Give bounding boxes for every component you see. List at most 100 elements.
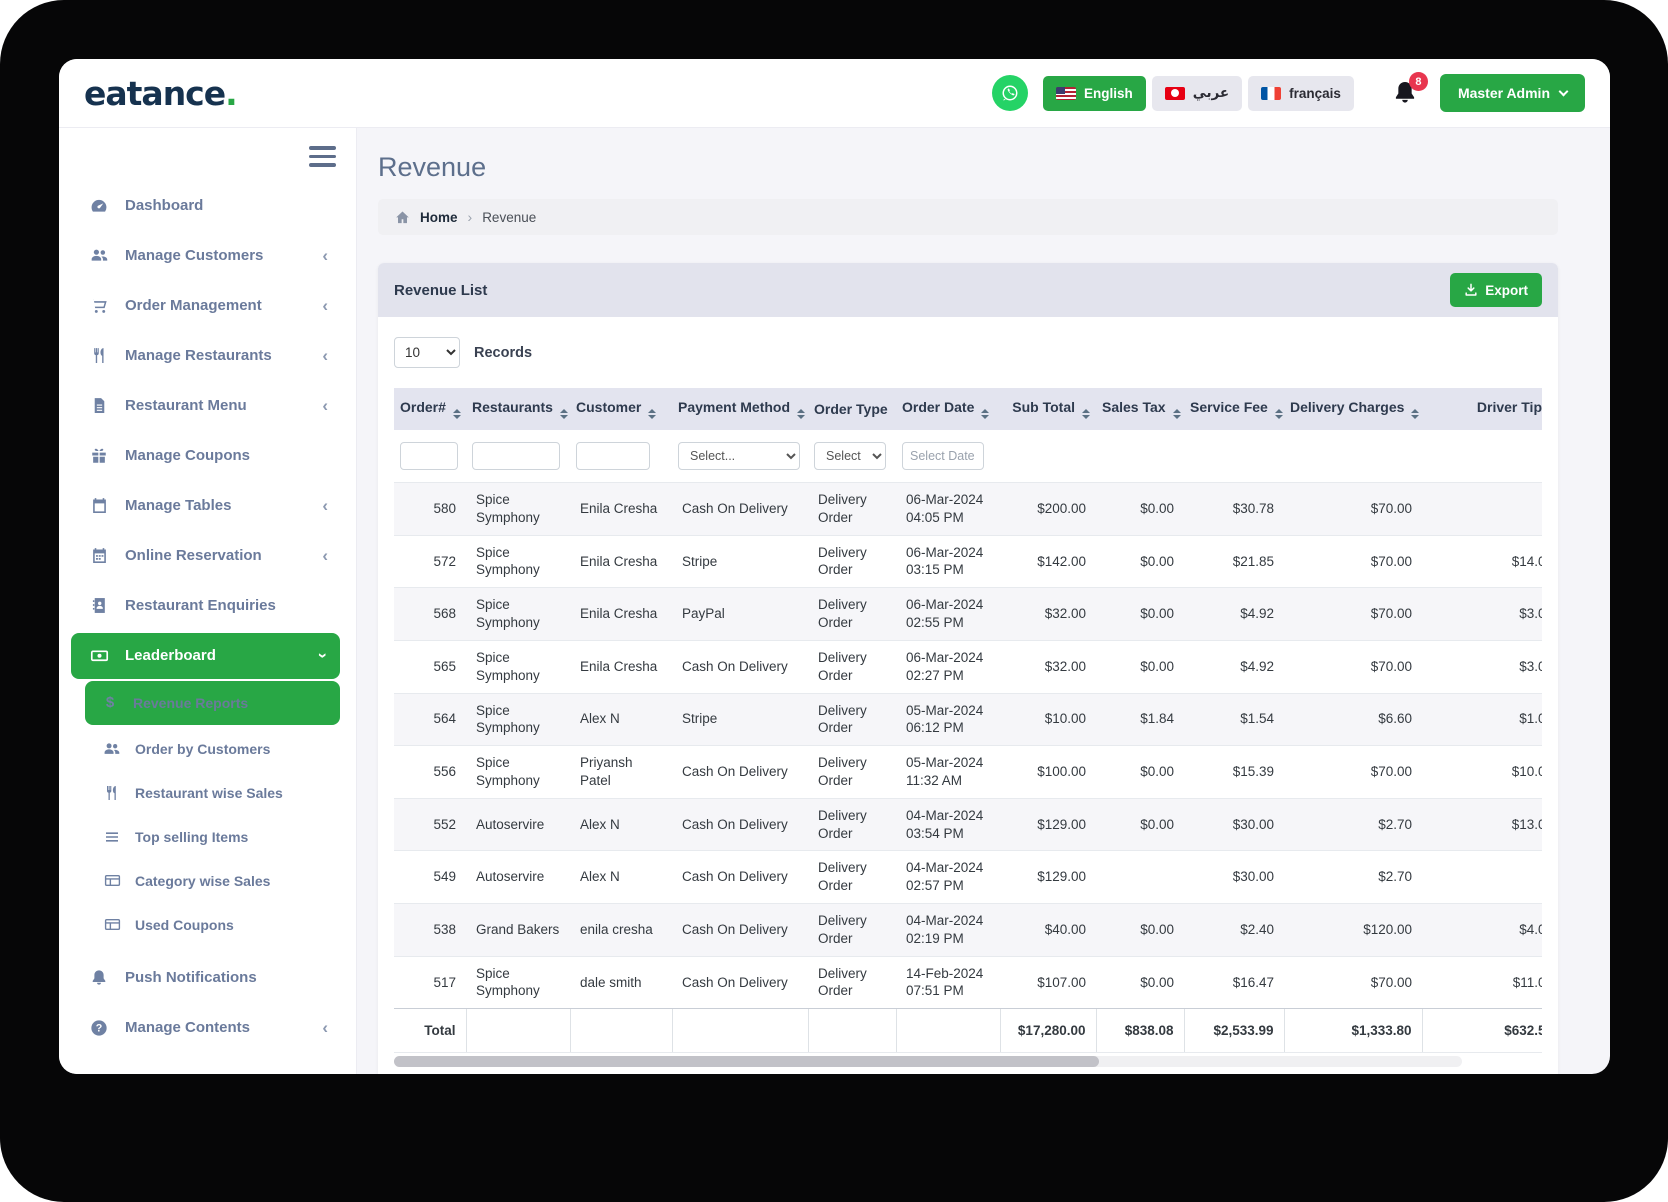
- table-container: Order#RestaurantsCustomerPayment MethodO…: [394, 388, 1542, 1053]
- sidebar-item-order-management[interactable]: Order Management ‹: [59, 281, 356, 331]
- whatsapp-button[interactable]: [992, 75, 1028, 111]
- sidebar-item-order-by-customers[interactable]: Order by Customers: [59, 727, 356, 771]
- table-cell: 06-Mar-2024 04:05 PM: [896, 483, 1000, 536]
- column-header-order-[interactable]: Order#: [394, 388, 466, 430]
- sidebar-item-restaurant-wise-sales[interactable]: Restaurant wise Sales: [59, 771, 356, 815]
- table-filter-row: Select... Select: [394, 430, 1542, 483]
- table-cell: $21.85: [1184, 535, 1284, 588]
- sidebar-item-manage-coupons[interactable]: Manage Coupons: [59, 431, 356, 481]
- table-cell: Spice Symphony: [466, 956, 570, 1009]
- table-row: 517Spice Symphonydale smithCash On Deliv…: [394, 956, 1542, 1009]
- breadcrumb-home-link[interactable]: Home: [420, 210, 458, 225]
- table-cell: 552: [394, 798, 466, 851]
- sidebar-item-manage-customers[interactable]: Manage Customers ‹: [59, 231, 356, 281]
- sidebar-item-manage-contents[interactable]: ? Manage Contents ‹: [59, 1003, 356, 1053]
- page-title: Revenue: [378, 152, 1558, 183]
- sidebar-item-manage-restaurants[interactable]: Manage Restaurants ‹: [59, 331, 356, 381]
- table-cell: $70.00: [1284, 535, 1422, 588]
- table-cell: 04-Mar-2024 03:54 PM: [896, 798, 1000, 851]
- gauge-icon: [89, 197, 109, 215]
- menu-toggle-button[interactable]: [309, 146, 336, 167]
- column-header-order-date[interactable]: Order Date: [896, 388, 1000, 430]
- money-icon: [89, 646, 109, 665]
- sidebar-item-manage-tables[interactable]: Manage Tables ‹: [59, 481, 356, 531]
- table-cell: 564: [394, 693, 466, 746]
- filter-date-input[interactable]: [902, 442, 984, 470]
- filter-customer-input[interactable]: [576, 442, 650, 470]
- filter-restaurants-input[interactable]: [472, 442, 560, 470]
- table-cell: 517: [394, 956, 466, 1009]
- notifications-button[interactable]: 8: [1392, 80, 1418, 106]
- table-cell: 538: [394, 904, 466, 957]
- calendar-icon: [89, 497, 109, 514]
- table-cell: Cash On Delivery: [672, 640, 808, 693]
- table-cell: [1422, 483, 1542, 536]
- filter-payment-select[interactable]: Select...: [678, 442, 800, 470]
- language-arabic-button[interactable]: عربي: [1152, 76, 1242, 111]
- column-header-sub-total[interactable]: Sub Total: [1000, 388, 1096, 430]
- address-book-icon: [89, 597, 109, 614]
- top-header: eatance. English عربي français: [59, 59, 1610, 128]
- records-per-page-select[interactable]: 10: [394, 337, 460, 368]
- sidebar-item-restaurant-enquiries[interactable]: Restaurant Enquiries: [59, 581, 356, 631]
- table-cell: [1422, 851, 1542, 904]
- chevron-left-icon: ‹: [322, 547, 328, 564]
- sidebar-item-push-notifications[interactable]: Push Notifications: [59, 953, 356, 1003]
- table-cell: $3.00: [1422, 588, 1542, 641]
- sidebar-nav-bottom: Push Notifications ? Manage Contents ‹: [59, 953, 356, 1053]
- table-cell: Enila Cresha: [570, 483, 672, 536]
- table-header-row: Order#RestaurantsCustomerPayment MethodO…: [394, 388, 1542, 430]
- table-cell: $1.84: [1096, 693, 1184, 746]
- column-header-delivery-charges[interactable]: Delivery Charges: [1284, 388, 1422, 430]
- table-cell: $107.00: [1000, 956, 1096, 1009]
- column-header-driver-tip[interactable]: Driver Tip: [1422, 388, 1542, 430]
- sidebar-item-leaderboard[interactable]: Leaderboard ‹: [71, 633, 340, 679]
- sidebar-item-revenue-reports[interactable]: $ Revenue Reports: [85, 681, 340, 725]
- column-header-restaurants[interactable]: Restaurants: [466, 388, 570, 430]
- language-english-button[interactable]: English: [1043, 76, 1146, 111]
- filter-order-input[interactable]: [400, 442, 458, 470]
- table-cell: 580: [394, 483, 466, 536]
- sort-icon: [1173, 409, 1181, 419]
- column-header-payment-method[interactable]: Payment Method: [672, 388, 808, 430]
- bell-icon: [89, 969, 109, 987]
- table-cell: $0.00: [1096, 535, 1184, 588]
- us-flag-icon: [1056, 87, 1076, 100]
- column-header-order-type: Order Type: [808, 388, 896, 430]
- table-cell: Autoservire: [466, 798, 570, 851]
- horizontal-scrollbar[interactable]: [394, 1056, 1462, 1067]
- logo-dot: .: [225, 74, 237, 113]
- france-flag-icon: [1261, 87, 1281, 100]
- table-cell: $0.00: [1096, 904, 1184, 957]
- sidebar-item-restaurant-menu[interactable]: Restaurant Menu ‹: [59, 381, 356, 431]
- table-cell: $32.00: [1000, 588, 1096, 641]
- chevron-left-icon: ‹: [322, 1019, 328, 1036]
- sidebar-item-top-selling-items[interactable]: Top selling Items: [59, 815, 356, 859]
- table-cell: $10.00: [1422, 746, 1542, 799]
- total-cell: $17,280.00: [1000, 1009, 1096, 1053]
- file-icon: [89, 397, 109, 414]
- filter-order-type-select[interactable]: Select: [814, 442, 886, 470]
- export-button[interactable]: Export: [1450, 273, 1542, 307]
- sort-icon: [981, 409, 989, 419]
- table-cell: $0.00: [1096, 956, 1184, 1009]
- table-cell: $6.60: [1284, 693, 1422, 746]
- home-icon: [395, 210, 410, 225]
- breadcrumb: Home › Revenue: [378, 199, 1558, 235]
- sidebar-item-category-wise-sales[interactable]: Category wise Sales: [59, 859, 356, 903]
- language-french-button[interactable]: français: [1248, 76, 1354, 111]
- scrollbar-thumb[interactable]: [394, 1056, 1099, 1067]
- main-content: Revenue Home › Revenue Revenue List Expo…: [357, 128, 1610, 1074]
- table-cell: $70.00: [1284, 588, 1422, 641]
- column-header-sales-tax[interactable]: Sales Tax: [1096, 388, 1184, 430]
- column-header-customer[interactable]: Customer: [570, 388, 672, 430]
- table-cell: $2.70: [1284, 798, 1422, 851]
- table-cell: Delivery Order: [808, 746, 896, 799]
- column-header-service-fee[interactable]: Service Fee: [1184, 388, 1284, 430]
- table-cell: Cash On Delivery: [672, 956, 808, 1009]
- sidebar-item-online-reservation[interactable]: Online Reservation ‹: [59, 531, 356, 581]
- svg-text:?: ?: [96, 1022, 103, 1034]
- sidebar-item-dashboard[interactable]: Dashboard: [59, 181, 356, 231]
- user-menu-button[interactable]: Master Admin: [1440, 74, 1585, 112]
- sidebar-item-used-coupons[interactable]: Used Coupons: [59, 903, 356, 947]
